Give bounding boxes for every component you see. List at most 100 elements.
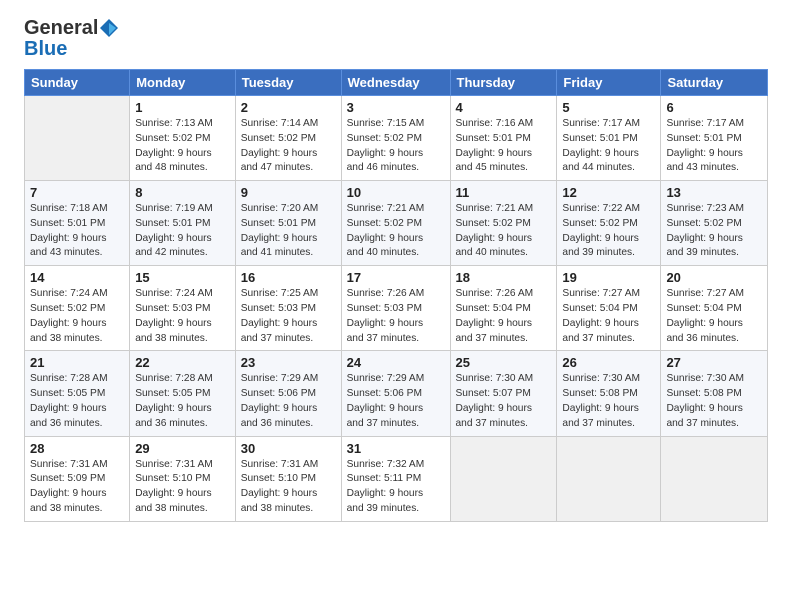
calendar-day-cell: 8Sunrise: 7:19 AM Sunset: 5:01 PM Daylig… xyxy=(130,181,236,266)
day-info: Sunrise: 7:21 AM Sunset: 5:02 PM Dayligh… xyxy=(456,202,552,261)
calendar-week-row: 7 Sunrise: 7:18 AM Sunset: 5:01 PM Daylig… xyxy=(25,181,768,266)
calendar-day-cell xyxy=(450,436,557,521)
calendar-day-cell: 21 Sunrise: 7:28 AM Sunset: 5:05 PM Dayli… xyxy=(25,351,130,436)
day-number: 15 xyxy=(135,270,230,285)
day-info: Sunrise: 7:19 AM Sunset: 5:01 PM Dayligh… xyxy=(135,202,230,261)
day-number: 5 xyxy=(562,100,655,115)
day-info: Sunrise: 7:17 AM Sunset: 5:01 PM Dayligh… xyxy=(666,117,762,176)
day-info: Sunrise: 7:27 AM Sunset: 5:04 PM Dayligh… xyxy=(666,287,762,346)
day-info: Sunrise: 7:17 AM Sunset: 5:01 PM Dayligh… xyxy=(562,117,655,176)
day-info: Sunrise: 7:28 AM Sunset: 5:05 PM Dayligh… xyxy=(135,372,230,431)
day-info: Sunrise: 7:26 AM Sunset: 5:04 PM Dayligh… xyxy=(456,287,552,346)
calendar-page: General Blue SundayMondayTuesdayWednesda… xyxy=(0,0,792,612)
day-number: 28 xyxy=(30,441,124,456)
calendar-day-cell xyxy=(557,436,661,521)
calendar-day-cell: 30 Sunrise: 7:31 AM Sunset: 5:10 PM Dayli… xyxy=(235,436,341,521)
day-info: Sunrise: 7:24 AM Sunset: 5:03 PM Dayligh… xyxy=(135,287,230,346)
calendar-day-cell: 22 Sunrise: 7:28 AM Sunset: 5:05 PM Dayli… xyxy=(130,351,236,436)
day-number: 27 xyxy=(666,355,762,370)
day-info: Sunrise: 7:29 AM Sunset: 5:06 PM Dayligh… xyxy=(241,372,336,431)
day-number: 16 xyxy=(241,270,336,285)
weekday-header: Friday xyxy=(557,70,661,96)
calendar-day-cell xyxy=(25,96,130,181)
day-number: 25 xyxy=(456,355,552,370)
day-info: Sunrise: 7:13 AM Sunset: 5:02 PM Dayligh… xyxy=(135,117,230,176)
day-number: 17 xyxy=(347,270,445,285)
day-number: 19 xyxy=(562,270,655,285)
day-number: 6 xyxy=(666,100,762,115)
day-info: Sunrise: 7:27 AM Sunset: 5:04 PM Dayligh… xyxy=(562,287,655,346)
weekday-header: Wednesday xyxy=(341,70,450,96)
day-number: 11 xyxy=(456,185,552,200)
calendar-day-cell: 27Sunrise: 7:30 AM Sunset: 5:08 PM Dayli… xyxy=(661,351,768,436)
day-info: Sunrise: 7:23 AM Sunset: 5:02 PM Dayligh… xyxy=(666,202,762,261)
calendar-week-row: 21 Sunrise: 7:28 AM Sunset: 5:05 PM Dayli… xyxy=(25,351,768,436)
day-info: Sunrise: 7:30 AM Sunset: 5:07 PM Dayligh… xyxy=(456,372,552,431)
calendar-day-cell: 19 Sunrise: 7:27 AM Sunset: 5:04 PM Dayli… xyxy=(557,266,661,351)
day-number: 3 xyxy=(347,100,445,115)
day-info: Sunrise: 7:31 AM Sunset: 5:10 PM Dayligh… xyxy=(241,458,336,517)
calendar-day-cell: 26 Sunrise: 7:30 AM Sunset: 5:08 PM Dayli… xyxy=(557,351,661,436)
day-info: Sunrise: 7:22 AM Sunset: 5:02 PM Dayligh… xyxy=(562,202,655,261)
logo-general-text: General xyxy=(24,18,98,38)
day-number: 23 xyxy=(241,355,336,370)
calendar-day-cell: 23 Sunrise: 7:29 AM Sunset: 5:06 PM Dayli… xyxy=(235,351,341,436)
calendar-day-cell: 11 Sunrise: 7:21 AM Sunset: 5:02 PM Dayli… xyxy=(450,181,557,266)
day-info: Sunrise: 7:26 AM Sunset: 5:03 PM Dayligh… xyxy=(347,287,445,346)
weekday-header: Tuesday xyxy=(235,70,341,96)
calendar-day-cell xyxy=(661,436,768,521)
day-info: Sunrise: 7:18 AM Sunset: 5:01 PM Dayligh… xyxy=(30,202,124,261)
day-info: Sunrise: 7:25 AM Sunset: 5:03 PM Dayligh… xyxy=(241,287,336,346)
calendar-day-cell: 31Sunrise: 7:32 AM Sunset: 5:11 PM Dayli… xyxy=(341,436,450,521)
weekday-header: Saturday xyxy=(661,70,768,96)
day-number: 12 xyxy=(562,185,655,200)
calendar-week-row: 14Sunrise: 7:24 AM Sunset: 5:02 PM Dayli… xyxy=(25,266,768,351)
weekday-header: Monday xyxy=(130,70,236,96)
calendar-week-row: 28 Sunrise: 7:31 AM Sunset: 5:09 PM Dayli… xyxy=(25,436,768,521)
calendar-day-cell: 25 Sunrise: 7:30 AM Sunset: 5:07 PM Dayli… xyxy=(450,351,557,436)
day-number: 14 xyxy=(30,270,124,285)
day-number: 7 xyxy=(30,185,124,200)
day-number: 24 xyxy=(347,355,445,370)
day-number: 9 xyxy=(241,185,336,200)
calendar-day-cell: 15 Sunrise: 7:24 AM Sunset: 5:03 PM Dayli… xyxy=(130,266,236,351)
calendar-table: SundayMondayTuesdayWednesdayThursdayFrid… xyxy=(24,69,768,522)
day-info: Sunrise: 7:20 AM Sunset: 5:01 PM Dayligh… xyxy=(241,202,336,261)
day-number: 26 xyxy=(562,355,655,370)
calendar-day-cell: 16 Sunrise: 7:25 AM Sunset: 5:03 PM Dayli… xyxy=(235,266,341,351)
day-number: 30 xyxy=(241,441,336,456)
day-number: 21 xyxy=(30,355,124,370)
calendar-day-cell: 7 Sunrise: 7:18 AM Sunset: 5:01 PM Daylig… xyxy=(25,181,130,266)
day-info: Sunrise: 7:14 AM Sunset: 5:02 PM Dayligh… xyxy=(241,117,336,176)
day-info: Sunrise: 7:21 AM Sunset: 5:02 PM Dayligh… xyxy=(347,202,445,261)
calendar-day-cell: 4 Sunrise: 7:16 AM Sunset: 5:01 PM Daylig… xyxy=(450,96,557,181)
day-info: Sunrise: 7:28 AM Sunset: 5:05 PM Dayligh… xyxy=(30,372,124,431)
logo: General Blue xyxy=(24,18,120,61)
day-number: 31 xyxy=(347,441,445,456)
calendar-day-cell: 5 Sunrise: 7:17 AM Sunset: 5:01 PM Daylig… xyxy=(557,96,661,181)
calendar-header-row: SundayMondayTuesdayWednesdayThursdayFrid… xyxy=(25,70,768,96)
calendar-day-cell: 6 Sunrise: 7:17 AM Sunset: 5:01 PM Daylig… xyxy=(661,96,768,181)
calendar-day-cell: 13Sunrise: 7:23 AM Sunset: 5:02 PM Dayli… xyxy=(661,181,768,266)
day-number: 1 xyxy=(135,100,230,115)
calendar-week-row: 1 Sunrise: 7:13 AM Sunset: 5:02 PM Daylig… xyxy=(25,96,768,181)
day-number: 20 xyxy=(666,270,762,285)
calendar-day-cell: 20 Sunrise: 7:27 AM Sunset: 5:04 PM Dayli… xyxy=(661,266,768,351)
calendar-day-cell: 1 Sunrise: 7:13 AM Sunset: 5:02 PM Daylig… xyxy=(130,96,236,181)
logo-blue-text: Blue xyxy=(24,38,67,60)
day-number: 2 xyxy=(241,100,336,115)
day-info: Sunrise: 7:16 AM Sunset: 5:01 PM Dayligh… xyxy=(456,117,552,176)
day-info: Sunrise: 7:15 AM Sunset: 5:02 PM Dayligh… xyxy=(347,117,445,176)
day-number: 4 xyxy=(456,100,552,115)
calendar-day-cell: 24Sunrise: 7:29 AM Sunset: 5:06 PM Dayli… xyxy=(341,351,450,436)
day-number: 18 xyxy=(456,270,552,285)
calendar-day-cell: 2 Sunrise: 7:14 AM Sunset: 5:02 PM Daylig… xyxy=(235,96,341,181)
calendar-day-cell: 29Sunrise: 7:31 AM Sunset: 5:10 PM Dayli… xyxy=(130,436,236,521)
day-number: 10 xyxy=(347,185,445,200)
day-number: 22 xyxy=(135,355,230,370)
day-info: Sunrise: 7:30 AM Sunset: 5:08 PM Dayligh… xyxy=(562,372,655,431)
calendar-day-cell: 28 Sunrise: 7:31 AM Sunset: 5:09 PM Dayli… xyxy=(25,436,130,521)
day-info: Sunrise: 7:31 AM Sunset: 5:09 PM Dayligh… xyxy=(30,458,124,517)
calendar-day-cell: 14Sunrise: 7:24 AM Sunset: 5:02 PM Dayli… xyxy=(25,266,130,351)
weekday-header: Thursday xyxy=(450,70,557,96)
